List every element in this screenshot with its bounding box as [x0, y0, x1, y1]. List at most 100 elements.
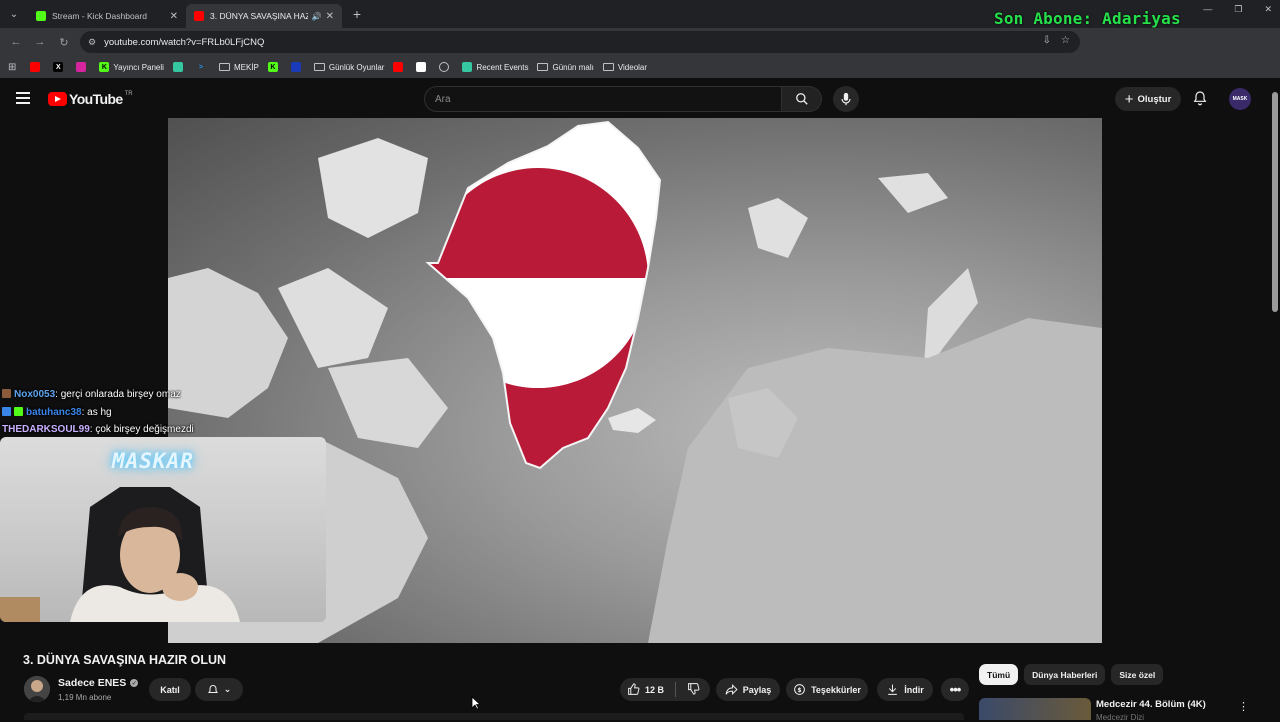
plus-icon: +: [1124, 90, 1134, 108]
stream-chat-overlay: Nox0053: gerçi onlarada birşey omaz batu…: [2, 386, 194, 439]
bookmark-icon: [172, 62, 183, 72]
x-icon: X: [53, 62, 64, 72]
url-text[interactable]: youtube.com/watch?v=FRLb0LFjCNQ: [104, 37, 264, 48]
minimize-icon[interactable]: —: [1203, 4, 1212, 15]
thumbs-down-icon: [688, 683, 700, 695]
globe-icon: [439, 62, 450, 72]
restore-icon[interactable]: ❐: [1234, 4, 1242, 15]
bookmark-x[interactable]: X: [53, 62, 67, 72]
bell-icon: [1193, 91, 1207, 106]
create-button[interactable]: + Oluştur: [1115, 87, 1181, 111]
bookmark-yayinci-paneli[interactable]: K Yayıncı Paneli: [99, 62, 164, 72]
browser-tab-youtube[interactable]: 3. DÜNYA SAVAŞINA HAZIR 🔊 ✕: [186, 4, 342, 28]
download-button[interactable]: İndir: [877, 678, 933, 701]
logo-text: YouTube: [69, 91, 123, 107]
bookmark-folder-gunluk-oyunlar[interactable]: Günlük Oyunlar: [313, 62, 385, 72]
streamer-silhouette: [0, 487, 240, 622]
chip-world-news[interactable]: Dünya Haberleri: [1024, 664, 1106, 685]
chip-all[interactable]: Tümü: [979, 664, 1019, 685]
thumbs-up-icon: [628, 683, 640, 695]
search-button[interactable]: [782, 86, 822, 112]
address-bar-row: ← → ↻ ⚙ youtube.com/watch?v=FRLb0LFjCNQ …: [0, 28, 1280, 76]
chat-text: : çok birşey değişmezdi: [89, 424, 194, 435]
youtube-icon: [194, 11, 204, 21]
bookmark-folder-gunun-mali[interactable]: Günün malı: [537, 63, 594, 72]
menu-icon[interactable]: [16, 92, 30, 104]
create-label: Oluştur: [1137, 93, 1172, 105]
more-horizontal-icon: •••: [949, 682, 962, 697]
share-button[interactable]: Paylaş: [716, 678, 780, 701]
apps-icon[interactable]: ⊞: [8, 62, 16, 73]
subscription-bell-button[interactable]: ⌄: [195, 678, 243, 701]
chevron-down-icon: ⌄: [223, 684, 232, 694]
bookmark-folder-mekip[interactable]: MEKİP: [218, 63, 259, 72]
star-icon[interactable]: ☆: [1061, 35, 1070, 46]
bookmark-label: Videolar: [617, 62, 648, 72]
bookmark-item[interactable]: [416, 62, 430, 72]
download-label: İndir: [904, 684, 924, 695]
bookmark-item[interactable]: [439, 62, 453, 72]
bookmark-youtube[interactable]: [30, 62, 44, 72]
bookmark-item[interactable]: [172, 62, 187, 72]
new-tab-button[interactable]: +: [346, 6, 368, 22]
bookmark-item[interactable]: [290, 62, 305, 72]
channel-name-text: Sadece ENES: [58, 677, 127, 689]
chat-username: batuhanc38: [26, 406, 82, 418]
bookmark-icon: [462, 62, 473, 72]
tab-search-icon[interactable]: ⌄: [0, 0, 28, 28]
bookmark-item[interactable]: >: [196, 62, 210, 72]
bookmark-icon: [290, 62, 301, 72]
kick-icon: [36, 11, 46, 21]
page-scrollbar[interactable]: [1270, 80, 1280, 720]
bookmark-recent-events[interactable]: Recent Events: [462, 62, 528, 72]
back-icon[interactable]: ←: [4, 36, 28, 48]
bookmark-icon: >: [198, 63, 203, 71]
speaker-icon[interactable]: 🔊: [312, 12, 322, 21]
close-tab-icon[interactable]: ✕: [170, 11, 178, 22]
chat-message: Nox0053: gerçi onlarada birşey omaz: [2, 386, 194, 404]
webcam-overlay: MASKAR: [0, 437, 326, 622]
bookmark-instagram[interactable]: [76, 62, 90, 72]
channel-avatar[interactable]: [24, 676, 50, 702]
bookmark-folder-videolar[interactable]: Videolar: [602, 62, 648, 72]
more-actions-button[interactable]: •••: [941, 678, 969, 701]
forward-icon[interactable]: →: [28, 36, 52, 48]
recommendation-chips: Tümü Dünya Haberleri Size özel: [979, 664, 1164, 685]
recommended-video-thumbnail[interactable]: [979, 698, 1091, 720]
bookmark-label: Günlük Oyunlar: [328, 62, 385, 72]
account-avatar[interactable]: MASK: [1229, 88, 1251, 110]
more-vertical-icon[interactable]: ⋮: [1238, 700, 1249, 713]
bookmark-youtube[interactable]: [393, 62, 407, 72]
close-window-icon[interactable]: ✕: [1264, 4, 1272, 15]
chip-for-you[interactable]: Size özel: [1111, 664, 1164, 685]
recommended-video-title[interactable]: Medcezir 44. Bölüm (4K): [1096, 699, 1206, 710]
youtube-logo[interactable]: YouTube TR: [48, 91, 133, 107]
omnibox[interactable]: ⚙ youtube.com/watch?v=FRLb0LFjCNQ ⇩ ☆: [80, 31, 1080, 53]
youtube-masthead: YouTube TR Ara + Oluştur MASK: [0, 80, 1280, 118]
close-tab-icon[interactable]: ✕: [326, 11, 334, 22]
notifications-button[interactable]: [1192, 90, 1208, 111]
bookmark-icon: [416, 62, 427, 72]
voice-search-button[interactable]: [833, 86, 859, 112]
chat-username: Nox0053: [14, 389, 56, 400]
dislike-button[interactable]: [687, 682, 700, 697]
site-info-icon[interactable]: ⚙: [88, 37, 96, 48]
thanks-button[interactable]: $ Teşekkürler: [786, 678, 868, 701]
like-dislike-group: 12 B: [620, 678, 710, 701]
search-input[interactable]: Ara: [424, 86, 782, 112]
browser-tab-kick[interactable]: Stream - Kick Dashboard ✕: [28, 4, 186, 28]
recommended-video-channel[interactable]: Medcezir Dizi: [1096, 713, 1144, 722]
folder-icon: [537, 63, 549, 71]
youtube-icon: [393, 62, 404, 72]
folder-icon: [602, 63, 614, 71]
reload-icon[interactable]: ↻: [52, 36, 76, 49]
channel-name[interactable]: Sadece ENES ✓: [58, 677, 139, 689]
chat-text: : gerçi onlarada birşey omaz: [55, 389, 181, 400]
divider: [675, 682, 677, 697]
like-button[interactable]: 12 B: [627, 683, 664, 696]
install-icon[interactable]: ⇩: [1043, 35, 1051, 46]
subscriber-count: 1,19 Mn abone: [58, 693, 112, 702]
join-button[interactable]: Katıl: [149, 678, 191, 701]
bookmark-item[interactable]: K: [267, 62, 282, 72]
scrollbar-thumb[interactable]: [1272, 92, 1278, 312]
